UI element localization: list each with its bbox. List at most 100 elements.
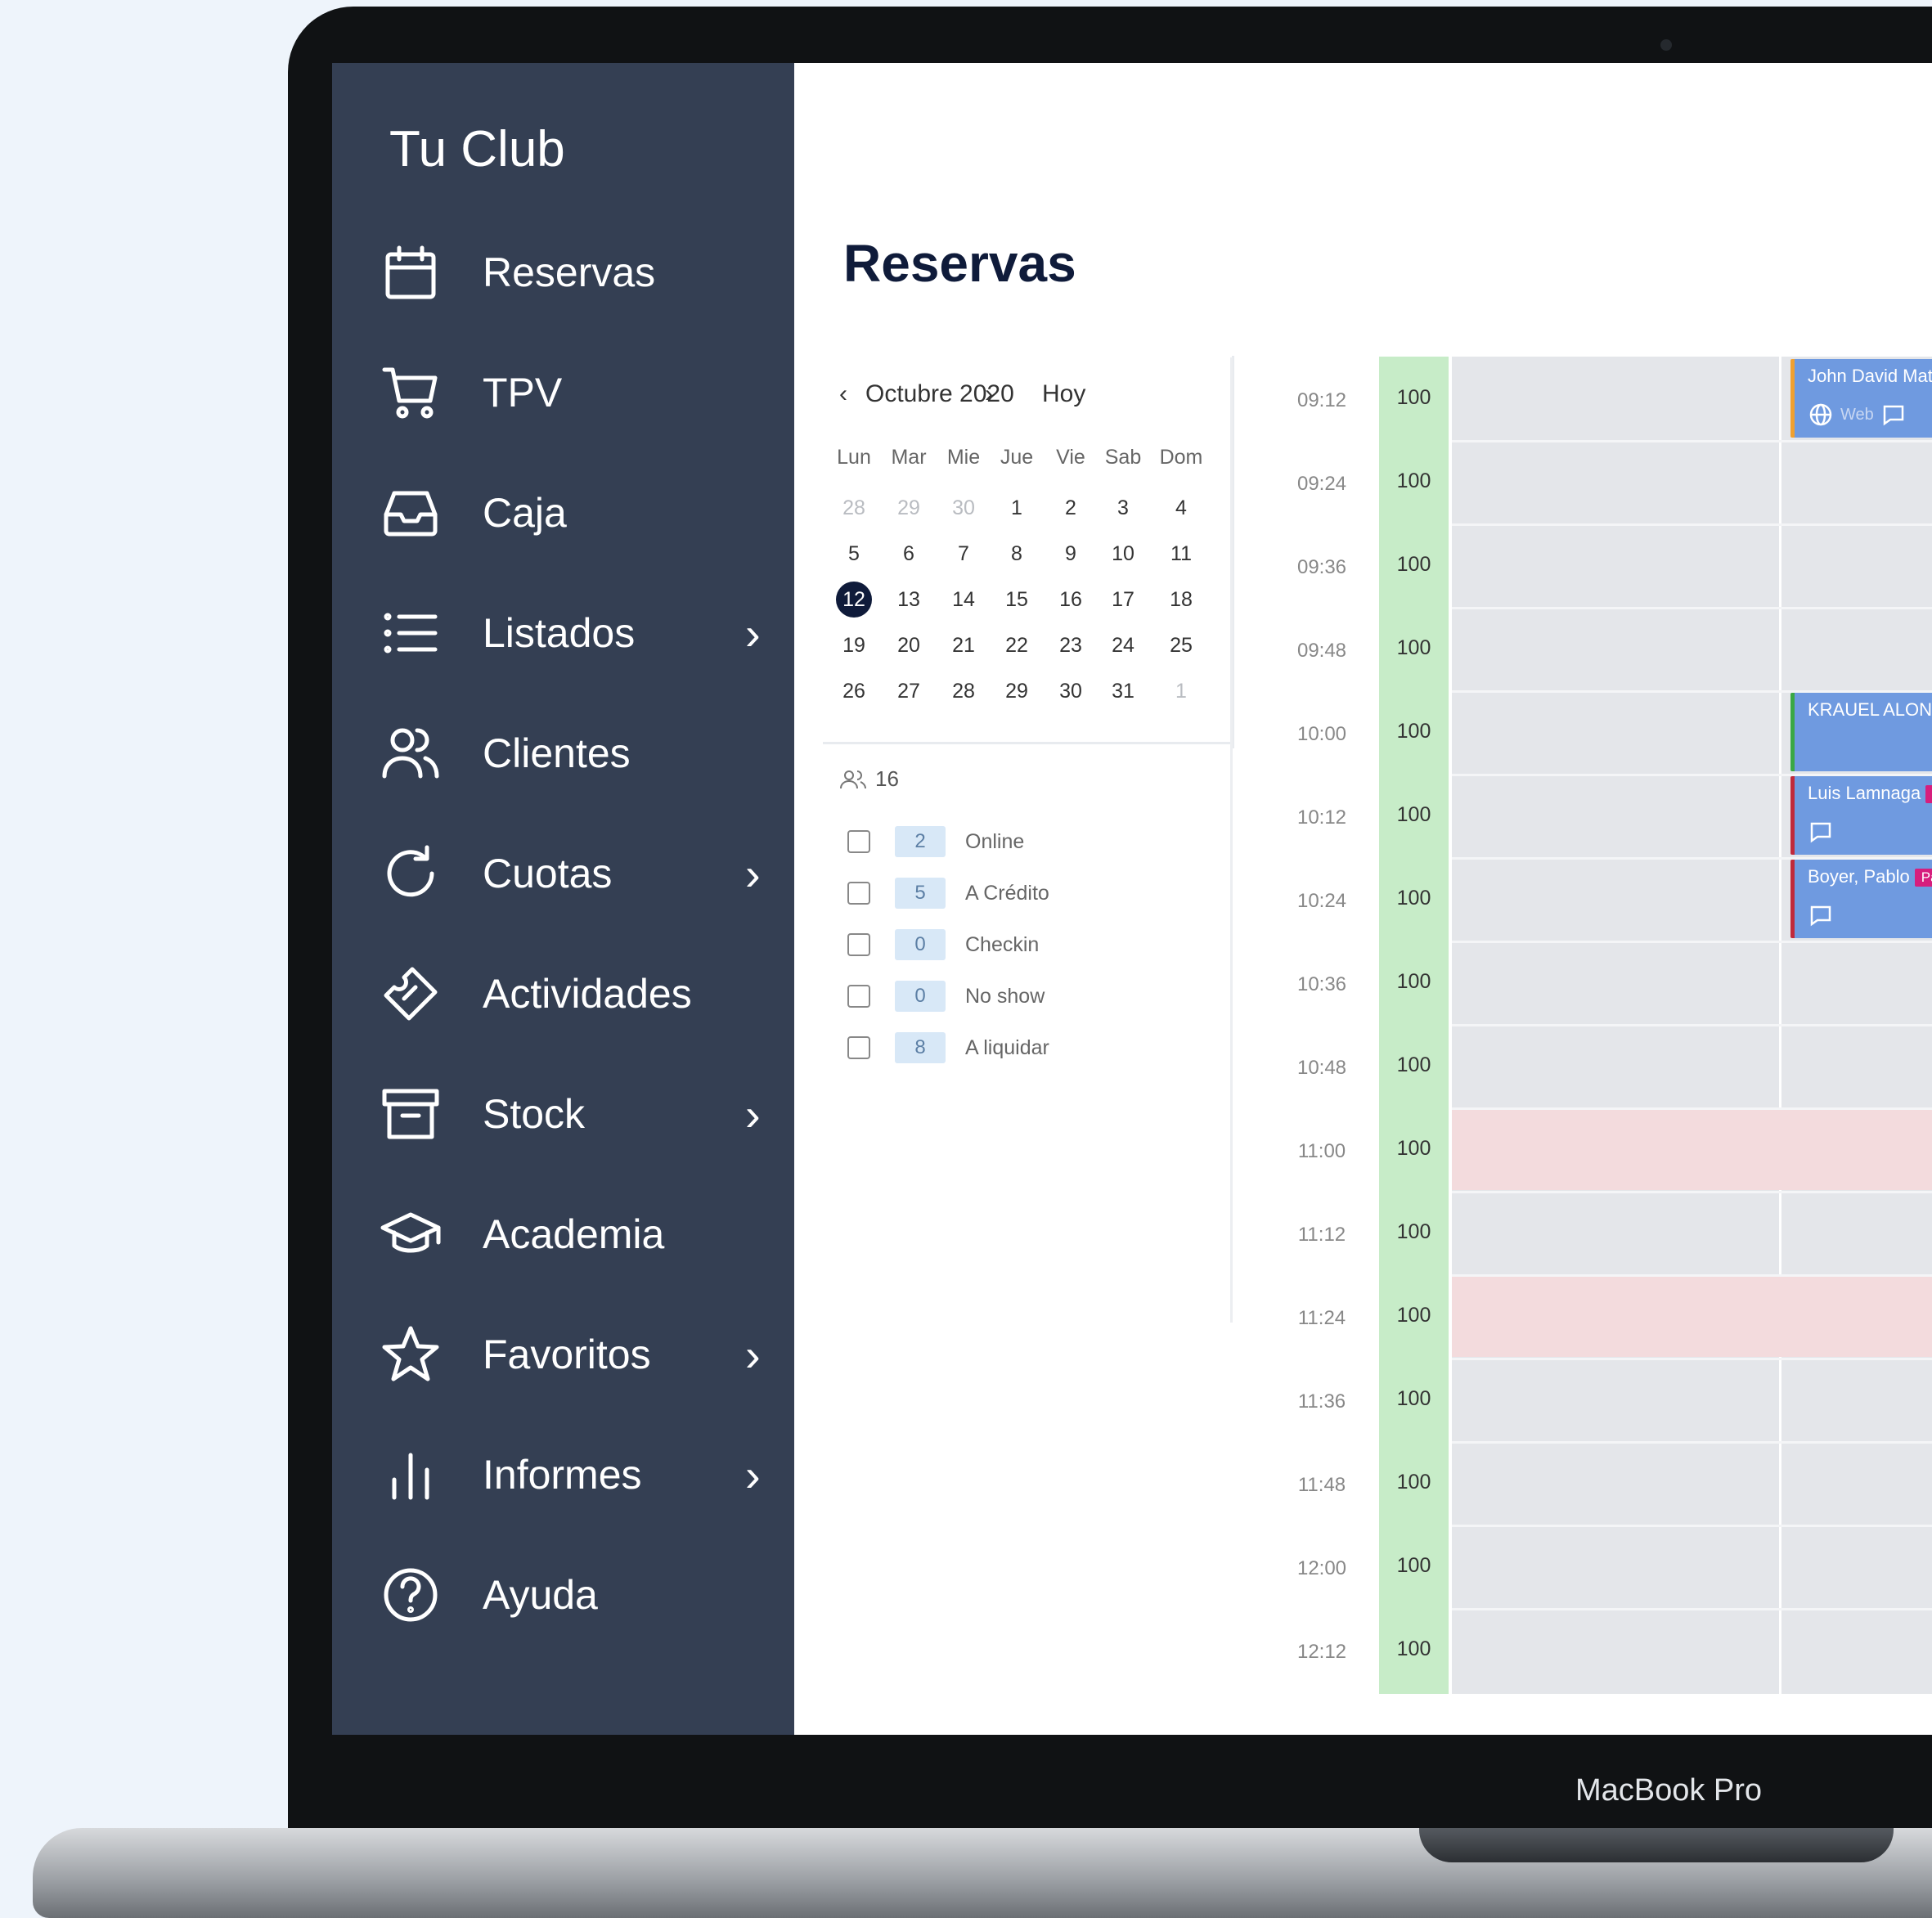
calendar-day[interactable]: 8 <box>992 542 1041 566</box>
sidebar-item-caja[interactable]: Caja <box>332 464 794 562</box>
capacity-value: 100 <box>1396 1637 1431 1660</box>
filter-checkbox[interactable] <box>847 830 870 853</box>
globe-icon <box>1809 403 1832 426</box>
calendar-day[interactable]: 30 <box>939 496 988 520</box>
sidebar-item-reservas[interactable]: Reservas <box>332 223 794 321</box>
comment-icon <box>1810 905 1831 927</box>
sidebar-item-label: Stock <box>483 1091 586 1137</box>
calendar-day[interactable]: 2 <box>1046 496 1095 520</box>
calendar-day[interactable]: 10 <box>1099 542 1148 566</box>
graduation-icon <box>378 1202 443 1267</box>
booking-name: John David MathesonGolf in Spain <box>1808 366 1932 386</box>
calendar-day[interactable]: 26 <box>829 680 878 703</box>
sidebar-item-cuotas[interactable]: Cuotas › <box>332 824 794 923</box>
filter-checkbox[interactable] <box>847 933 870 956</box>
calendar-day[interactable]: 30 <box>1046 680 1095 703</box>
weekday-label: Jue <box>1000 446 1034 469</box>
calendar-day[interactable]: 3 <box>1099 496 1148 520</box>
calendar-day[interactable]: 24 <box>1099 634 1148 658</box>
calendar-day[interactable]: 1 <box>1157 680 1206 703</box>
time-label: 10:48 <box>1296 1057 1347 1079</box>
sidebar-item-label: Academia <box>483 1211 665 1257</box>
main-content: Reservas ‹ Octubre 2020 › Hoy Lun Mar Mie J… <box>794 63 1932 1735</box>
calendar-day[interactable]: 12 <box>829 588 878 612</box>
booking-card[interactable]: John David MathesonGolf in Spain Web <box>1790 359 1932 438</box>
count-badge: 5 <box>895 878 946 909</box>
sidebar-item-label: Caja <box>483 490 567 536</box>
sidebar-item-academia[interactable]: Academia <box>332 1185 794 1283</box>
calendar-day[interactable]: 7 <box>939 542 988 566</box>
calendar-day[interactable]: 5 <box>829 542 878 566</box>
filter-label: A liquidar <box>965 1035 1049 1059</box>
calendar-day[interactable]: 27 <box>884 680 933 703</box>
calendar-day[interactable]: 9 <box>1046 542 1095 566</box>
sidebar-item-stock[interactable]: Stock › <box>332 1065 794 1163</box>
laptop-notch <box>1419 1828 1894 1862</box>
time-label: 11:48 <box>1297 1474 1346 1496</box>
booking-card[interactable]: Luis LamnagaParajismo <box>1790 776 1932 855</box>
calendar-day[interactable]: 29 <box>992 680 1041 703</box>
app-screen: Tu Club Reservas TPV Caja Listados › Clientes… <box>332 63 1932 1735</box>
comment-icon <box>1810 822 1831 843</box>
filter-label: Online <box>965 829 1025 853</box>
chevron-right-icon: › <box>745 1088 761 1140</box>
sidebar-item-actividades[interactable]: Actividades <box>332 945 794 1043</box>
calendar-day[interactable]: 28 <box>829 496 878 520</box>
calendar-day[interactable]: 16 <box>1046 588 1095 612</box>
chevron-right-icon: › <box>745 1449 761 1501</box>
slot-divider <box>1452 1358 1932 1360</box>
today-button[interactable]: Hoy <box>1042 380 1085 408</box>
attendee-count: 16 <box>839 766 899 792</box>
calendar-day[interactable]: 23 <box>1046 634 1095 658</box>
filter-label: No show <box>965 984 1045 1008</box>
sidebar: Tu Club Reservas TPV Caja Listados › Clientes… <box>332 63 794 1735</box>
sidebar-item-clientes[interactable]: Clientes <box>332 704 794 802</box>
next-month-button[interactable]: › <box>985 380 993 408</box>
count-badge: 8 <box>895 1032 946 1063</box>
calendar-day[interactable]: 31 <box>1099 680 1148 703</box>
ticket-icon <box>378 961 443 1026</box>
slot-divider <box>1452 440 1932 442</box>
calendar-day[interactable]: 21 <box>939 634 988 658</box>
calendar-day[interactable]: 15 <box>992 588 1041 612</box>
booking-card[interactable]: Boyer, PabloParajismo <box>1790 860 1932 938</box>
refresh-icon <box>378 841 443 906</box>
sidebar-item-label: Listados <box>483 610 636 656</box>
calendar-day[interactable]: 13 <box>884 588 933 612</box>
mini-calendar: ‹ Octubre 2020 › Hoy Lun Mar Mie Jue Vie Sab D… <box>823 356 1234 748</box>
sidebar-item-informes[interactable]: Informes › <box>332 1426 794 1524</box>
filter-checkbox[interactable] <box>847 985 870 1008</box>
filter-checkbox[interactable] <box>847 882 870 905</box>
time-label: 11:12 <box>1297 1224 1346 1246</box>
slot-divider <box>1452 941 1932 943</box>
camera-icon <box>1660 39 1672 51</box>
time-label: 10:00 <box>1296 723 1347 745</box>
slot-divider <box>1452 1441 1932 1444</box>
calendar-day[interactable]: 22 <box>992 634 1041 658</box>
blocked-slot <box>1452 1276 1932 1357</box>
booking-card[interactable]: KRAUEL ALONSOSocio Corporate <box>1790 693 1932 771</box>
sidebar-item-listados[interactable]: Listados › <box>332 584 794 682</box>
filter-row: 0 No show <box>847 980 1045 1013</box>
calendar-day[interactable]: 18 <box>1157 588 1206 612</box>
sidebar-item-tpv[interactable]: TPV <box>332 344 794 442</box>
calendar-day[interactable]: 19 <box>829 634 878 658</box>
brand-title: Tu Club <box>389 121 565 177</box>
time-label: 09:24 <box>1296 473 1347 495</box>
calendar-day[interactable]: 25 <box>1157 634 1206 658</box>
filter-checkbox[interactable] <box>847 1036 870 1059</box>
calendar-day[interactable]: 29 <box>884 496 933 520</box>
users-icon <box>840 770 866 788</box>
calendar-day[interactable]: 14 <box>939 588 988 612</box>
calendar-day[interactable]: 11 <box>1157 542 1206 566</box>
prev-month-button[interactable]: ‹ <box>839 380 847 408</box>
attendee-total: 16 <box>875 766 899 791</box>
sidebar-item-ayuda[interactable]: Ayuda <box>332 1546 794 1644</box>
calendar-day[interactable]: 20 <box>884 634 933 658</box>
calendar-day[interactable]: 28 <box>939 680 988 703</box>
calendar-day[interactable]: 17 <box>1099 588 1148 612</box>
sidebar-item-favoritos[interactable]: Favoritos › <box>332 1305 794 1404</box>
calendar-day[interactable]: 4 <box>1157 496 1206 520</box>
calendar-day[interactable]: 1 <box>992 496 1041 520</box>
calendar-day[interactable]: 6 <box>884 542 933 566</box>
